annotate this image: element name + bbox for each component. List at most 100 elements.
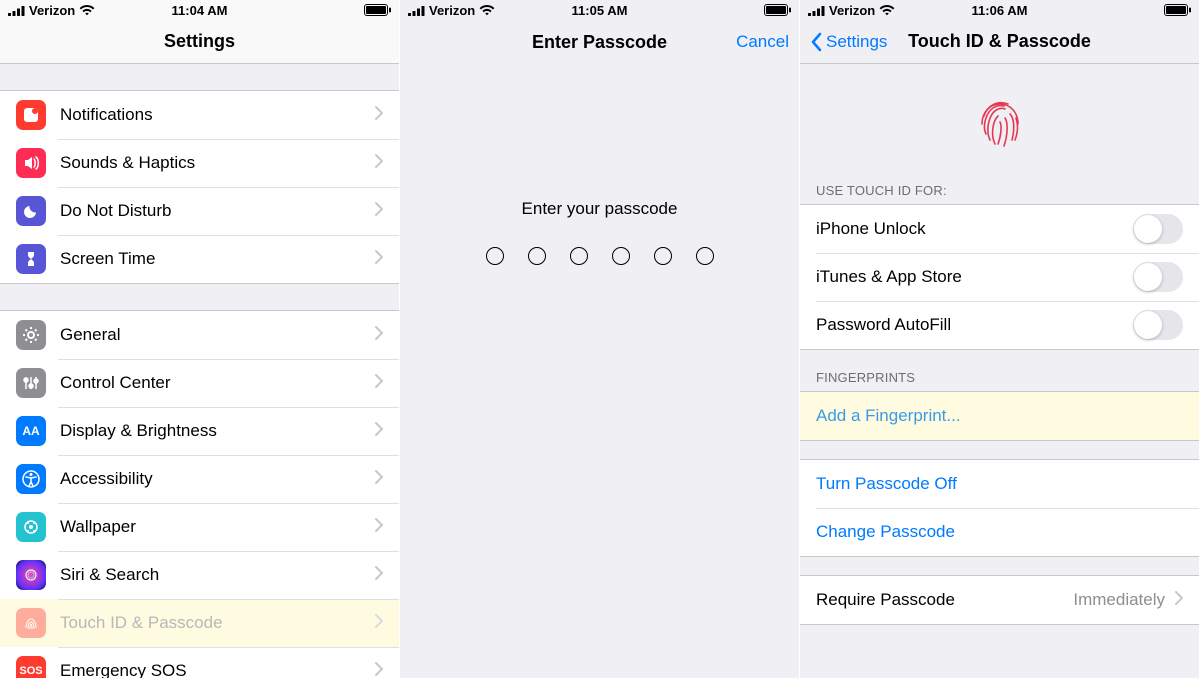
sounds-icon: [16, 148, 46, 178]
screen-settings: Verizon 11:04 AM Settings Notifications: [0, 0, 400, 678]
passcode-dot: [486, 247, 504, 265]
row-siri-search[interactable]: Siri & Search: [0, 551, 399, 599]
wallpaper-icon: [16, 512, 46, 542]
status-bar: Verizon 11:05 AM: [400, 0, 799, 20]
row-label: Display & Brightness: [60, 421, 365, 441]
row-label: Emergency SOS: [60, 661, 365, 678]
row-label: iPhone Unlock: [816, 219, 1133, 239]
row-add-fingerprint[interactable]: Add a Fingerprint...: [800, 392, 1199, 440]
passcode-prompt: Enter your passcode: [522, 199, 678, 219]
page-title: Settings: [164, 31, 235, 52]
accessibility-icon: [16, 464, 46, 494]
passcode-area: Enter your passcode: [400, 64, 799, 265]
clock: 11:06 AM: [800, 3, 1199, 18]
row-change-passcode[interactable]: Change Passcode: [800, 508, 1199, 556]
switch-password-autofill[interactable]: [1133, 310, 1183, 340]
chevron-right-icon: [1175, 590, 1183, 610]
chevron-right-icon: [375, 106, 383, 125]
passcode-dot: [654, 247, 672, 265]
clock: 11:05 AM: [400, 3, 799, 18]
general-icon: [16, 320, 46, 350]
chevron-right-icon: [375, 202, 383, 221]
chevron-right-icon: [375, 374, 383, 393]
passcode-actions-group: Turn Passcode Off Change Passcode: [800, 459, 1199, 557]
back-label: Settings: [826, 32, 887, 52]
row-label: Control Center: [60, 373, 365, 393]
passcode-dot: [612, 247, 630, 265]
screen-passcode: Verizon 11:05 AM Enter Passcode Cancel E…: [400, 0, 800, 678]
row-label: Password AutoFill: [816, 315, 1133, 335]
row-label: Do Not Disturb: [60, 201, 365, 221]
row-general[interactable]: General: [0, 311, 399, 359]
row-password-autofill[interactable]: Password AutoFill: [800, 301, 1199, 349]
clock: 11:04 AM: [0, 3, 399, 18]
switch-itunes-appstore[interactable]: [1133, 262, 1183, 292]
row-label: Accessibility: [60, 469, 365, 489]
settings-group-2: General Control Center AA Display & Brig…: [0, 310, 399, 678]
back-button[interactable]: Settings: [800, 20, 897, 64]
require-value: Immediately: [1073, 590, 1165, 610]
row-sounds-haptics[interactable]: Sounds & Haptics: [0, 139, 399, 187]
page-title: Enter Passcode: [532, 32, 667, 53]
row-label: Touch ID & Passcode: [60, 613, 365, 633]
navbar: Settings Touch ID & Passcode: [800, 20, 1199, 64]
chevron-right-icon: [375, 614, 383, 633]
chevron-right-icon: [375, 566, 383, 585]
section-header-fingerprints: Fingerprints: [800, 350, 1199, 391]
row-iphone-unlock[interactable]: iPhone Unlock: [800, 205, 1199, 253]
chevron-right-icon: [375, 662, 383, 678]
screentime-icon: [16, 244, 46, 274]
row-do-not-disturb[interactable]: Do Not Disturb: [0, 187, 399, 235]
chevron-right-icon: [375, 250, 383, 269]
chevron-right-icon: [375, 518, 383, 537]
row-turn-passcode-off[interactable]: Turn Passcode Off: [800, 460, 1199, 508]
navbar: Enter Passcode Cancel: [400, 20, 799, 64]
row-label: Wallpaper: [60, 517, 365, 537]
row-label: Siri & Search: [60, 565, 365, 585]
chevron-left-icon: [810, 32, 822, 52]
touch-id-icon: [16, 608, 46, 638]
row-screen-time[interactable]: Screen Time: [0, 235, 399, 283]
chevron-right-icon: [375, 422, 383, 441]
row-label: Screen Time: [60, 249, 365, 269]
page-title: Touch ID & Passcode: [908, 31, 1091, 52]
row-label: iTunes & App Store: [816, 267, 1133, 287]
row-touch-id-passcode[interactable]: Touch ID & Passcode: [0, 599, 399, 647]
control-center-icon: [16, 368, 46, 398]
row-label: Change Passcode: [816, 522, 1183, 542]
row-itunes-appstore[interactable]: iTunes & App Store: [800, 253, 1199, 301]
row-label: Turn Passcode Off: [816, 474, 1183, 494]
chevron-right-icon: [375, 154, 383, 173]
row-notifications[interactable]: Notifications: [0, 91, 399, 139]
require-passcode-group: Require Passcode Immediately: [800, 575, 1199, 625]
row-display-brightness[interactable]: AA Display & Brightness: [0, 407, 399, 455]
passcode-dots[interactable]: [486, 247, 714, 265]
settings-group-1: Notifications Sounds & Haptics Do Not Di…: [0, 90, 399, 284]
row-label: Notifications: [60, 105, 365, 125]
section-header-use-for: Use Touch ID For:: [800, 163, 1199, 204]
row-label: Require Passcode: [816, 590, 1073, 610]
sos-icon: SOS: [16, 656, 46, 678]
cancel-button[interactable]: Cancel: [726, 20, 799, 64]
row-label: Sounds & Haptics: [60, 153, 365, 173]
row-control-center[interactable]: Control Center: [0, 359, 399, 407]
row-wallpaper[interactable]: Wallpaper: [0, 503, 399, 551]
navbar: Settings: [0, 20, 399, 64]
row-require-passcode[interactable]: Require Passcode Immediately: [800, 576, 1199, 624]
status-bar: Verizon 11:04 AM: [0, 0, 399, 20]
fingerprint-icon: [972, 94, 1028, 155]
chevron-right-icon: [375, 326, 383, 345]
siri-icon: [16, 560, 46, 590]
passcode-dot: [528, 247, 546, 265]
fingerprint-hero: [800, 64, 1199, 163]
row-emergency-sos[interactable]: SOS Emergency SOS: [0, 647, 399, 678]
notifications-icon: [16, 100, 46, 130]
switch-iphone-unlock[interactable]: [1133, 214, 1183, 244]
fingerprints-group: Add a Fingerprint...: [800, 391, 1199, 441]
display-icon: AA: [16, 416, 46, 446]
passcode-dot: [696, 247, 714, 265]
row-accessibility[interactable]: Accessibility: [0, 455, 399, 503]
screen-touchid: Verizon 11:06 AM Settings Touch ID & Pas…: [800, 0, 1200, 678]
passcode-dot: [570, 247, 588, 265]
chevron-right-icon: [375, 470, 383, 489]
